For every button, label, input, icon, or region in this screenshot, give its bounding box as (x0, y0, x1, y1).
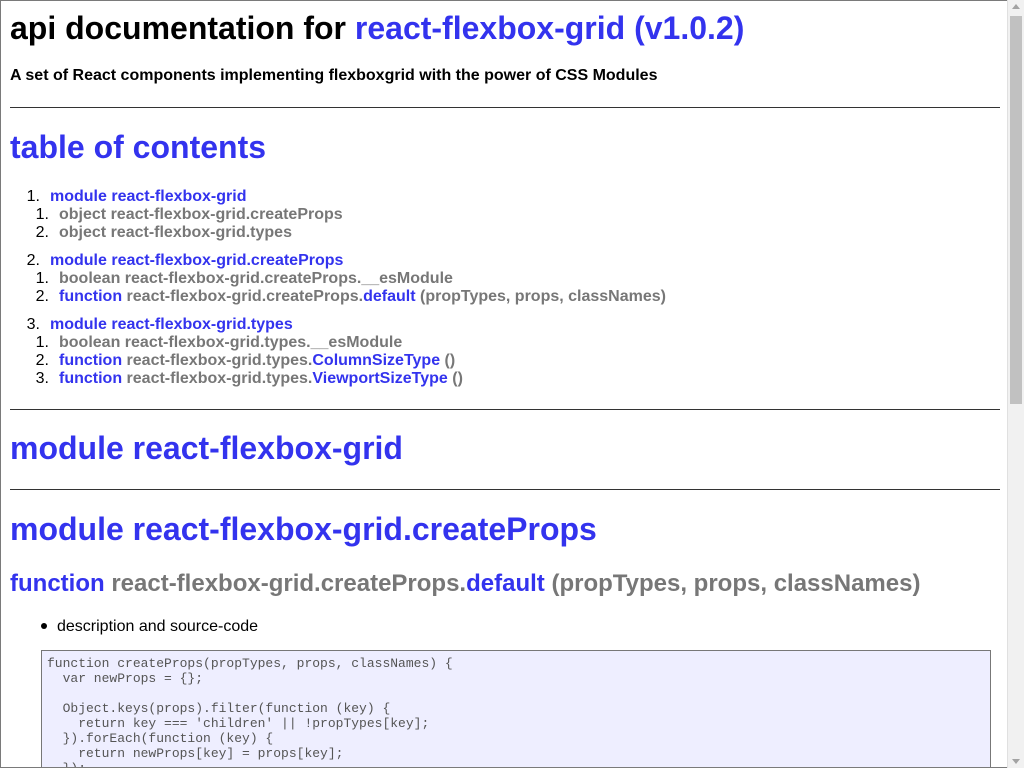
toc-item[interactable]: 2. function react-flexbox-grid.types.Col… (36, 352, 456, 370)
divider (10, 107, 1000, 108)
title-prefix: api documentation for (10, 10, 346, 46)
divider (10, 409, 1000, 410)
function-link[interactable]: default (466, 570, 545, 597)
title-package-link[interactable]: react-flexbox-grid (v1.0.2) (355, 10, 744, 46)
scroll-down-arrow-icon[interactable] (1012, 759, 1020, 764)
item-name: react-flexbox-grid.createProps. (126, 288, 364, 305)
item-type: function (59, 352, 123, 369)
toc-module-2: 2. module react-flexbox-grid.createProps (19, 252, 344, 270)
item-type: boolean (59, 334, 121, 351)
toc-item[interactable]: 1. boolean react-flexbox-grid.createProp… (36, 270, 453, 288)
function-heading: function react-flexbox-grid.createProps.… (10, 570, 920, 598)
item-args: () (452, 370, 463, 387)
item-name: react-flexbox-grid.types. (126, 370, 313, 387)
toc-item[interactable]: 1. object react-flexbox-grid.createProps (36, 206, 343, 224)
item-type: object (59, 206, 107, 223)
module-heading[interactable]: module react-flexbox-grid (10, 430, 403, 467)
divider (10, 489, 1000, 490)
vertical-scrollbar[interactable] (1007, 0, 1024, 768)
item-link[interactable]: default (363, 288, 415, 305)
module-heading[interactable]: module react-flexbox-grid.createProps (10, 511, 597, 548)
item-type: function (59, 288, 123, 305)
toc-module-link[interactable]: module react-flexbox-grid (50, 188, 246, 205)
page-title: api documentation for react-flexbox-grid… (10, 10, 744, 47)
package-description: A set of React components implementing f… (10, 67, 658, 84)
toc-module-1: 1. module react-flexbox-grid (19, 188, 247, 206)
toc-item[interactable]: 1. boolean react-flexbox-grid.types.__es… (36, 334, 403, 352)
source-code-block: function createProps(propTypes, props, c… (41, 650, 991, 767)
toc-module-link[interactable]: module react-flexbox-grid.createProps (50, 252, 343, 269)
function-args: (propTypes, props, classNames) (551, 570, 921, 597)
function-name: react-flexbox-grid.createProps. (111, 570, 467, 597)
item-args: () (444, 352, 456, 369)
item-name: react-flexbox-grid.createProps (110, 206, 343, 223)
item-name: react-flexbox-grid.createProps.__esModul… (124, 270, 453, 287)
toc-module-3: 3. module react-flexbox-grid.types (19, 316, 293, 334)
item-name: react-flexbox-grid.types. (126, 352, 313, 369)
item-type: boolean (59, 270, 121, 287)
scroll-up-arrow-icon[interactable] (1012, 4, 1020, 9)
toc-heading: table of contents (10, 129, 267, 165)
item-name: react-flexbox-grid.types (110, 224, 292, 241)
document-viewport: api documentation for react-flexbox-grid… (0, 0, 1008, 768)
function-type: function (10, 570, 105, 597)
toc-item[interactable]: 2. object react-flexbox-grid.types (36, 224, 292, 242)
description-list-item: description and source-code (41, 618, 258, 636)
item-args: (propTypes, props, classNames) (419, 288, 666, 305)
toc-item[interactable]: 2. function react-flexbox-grid.createPro… (36, 288, 666, 306)
bullet-icon (41, 622, 47, 629)
description-label: description and source-code (57, 618, 259, 635)
item-link[interactable]: ViewportSizeType (312, 370, 447, 387)
item-link[interactable]: ColumnSizeType (312, 352, 440, 369)
list-number: 3. (26, 316, 40, 333)
toc-module-link[interactable]: module react-flexbox-grid.types (50, 316, 293, 333)
item-type: function (59, 370, 123, 387)
list-number: 1. (26, 188, 40, 205)
toc-item[interactable]: 3. function react-flexbox-grid.types.Vie… (36, 370, 463, 388)
item-name: react-flexbox-grid.types.__esModule (124, 334, 403, 351)
scrollbar-thumb[interactable] (1010, 16, 1022, 404)
list-number: 2. (26, 252, 40, 269)
item-type: object (59, 224, 107, 241)
